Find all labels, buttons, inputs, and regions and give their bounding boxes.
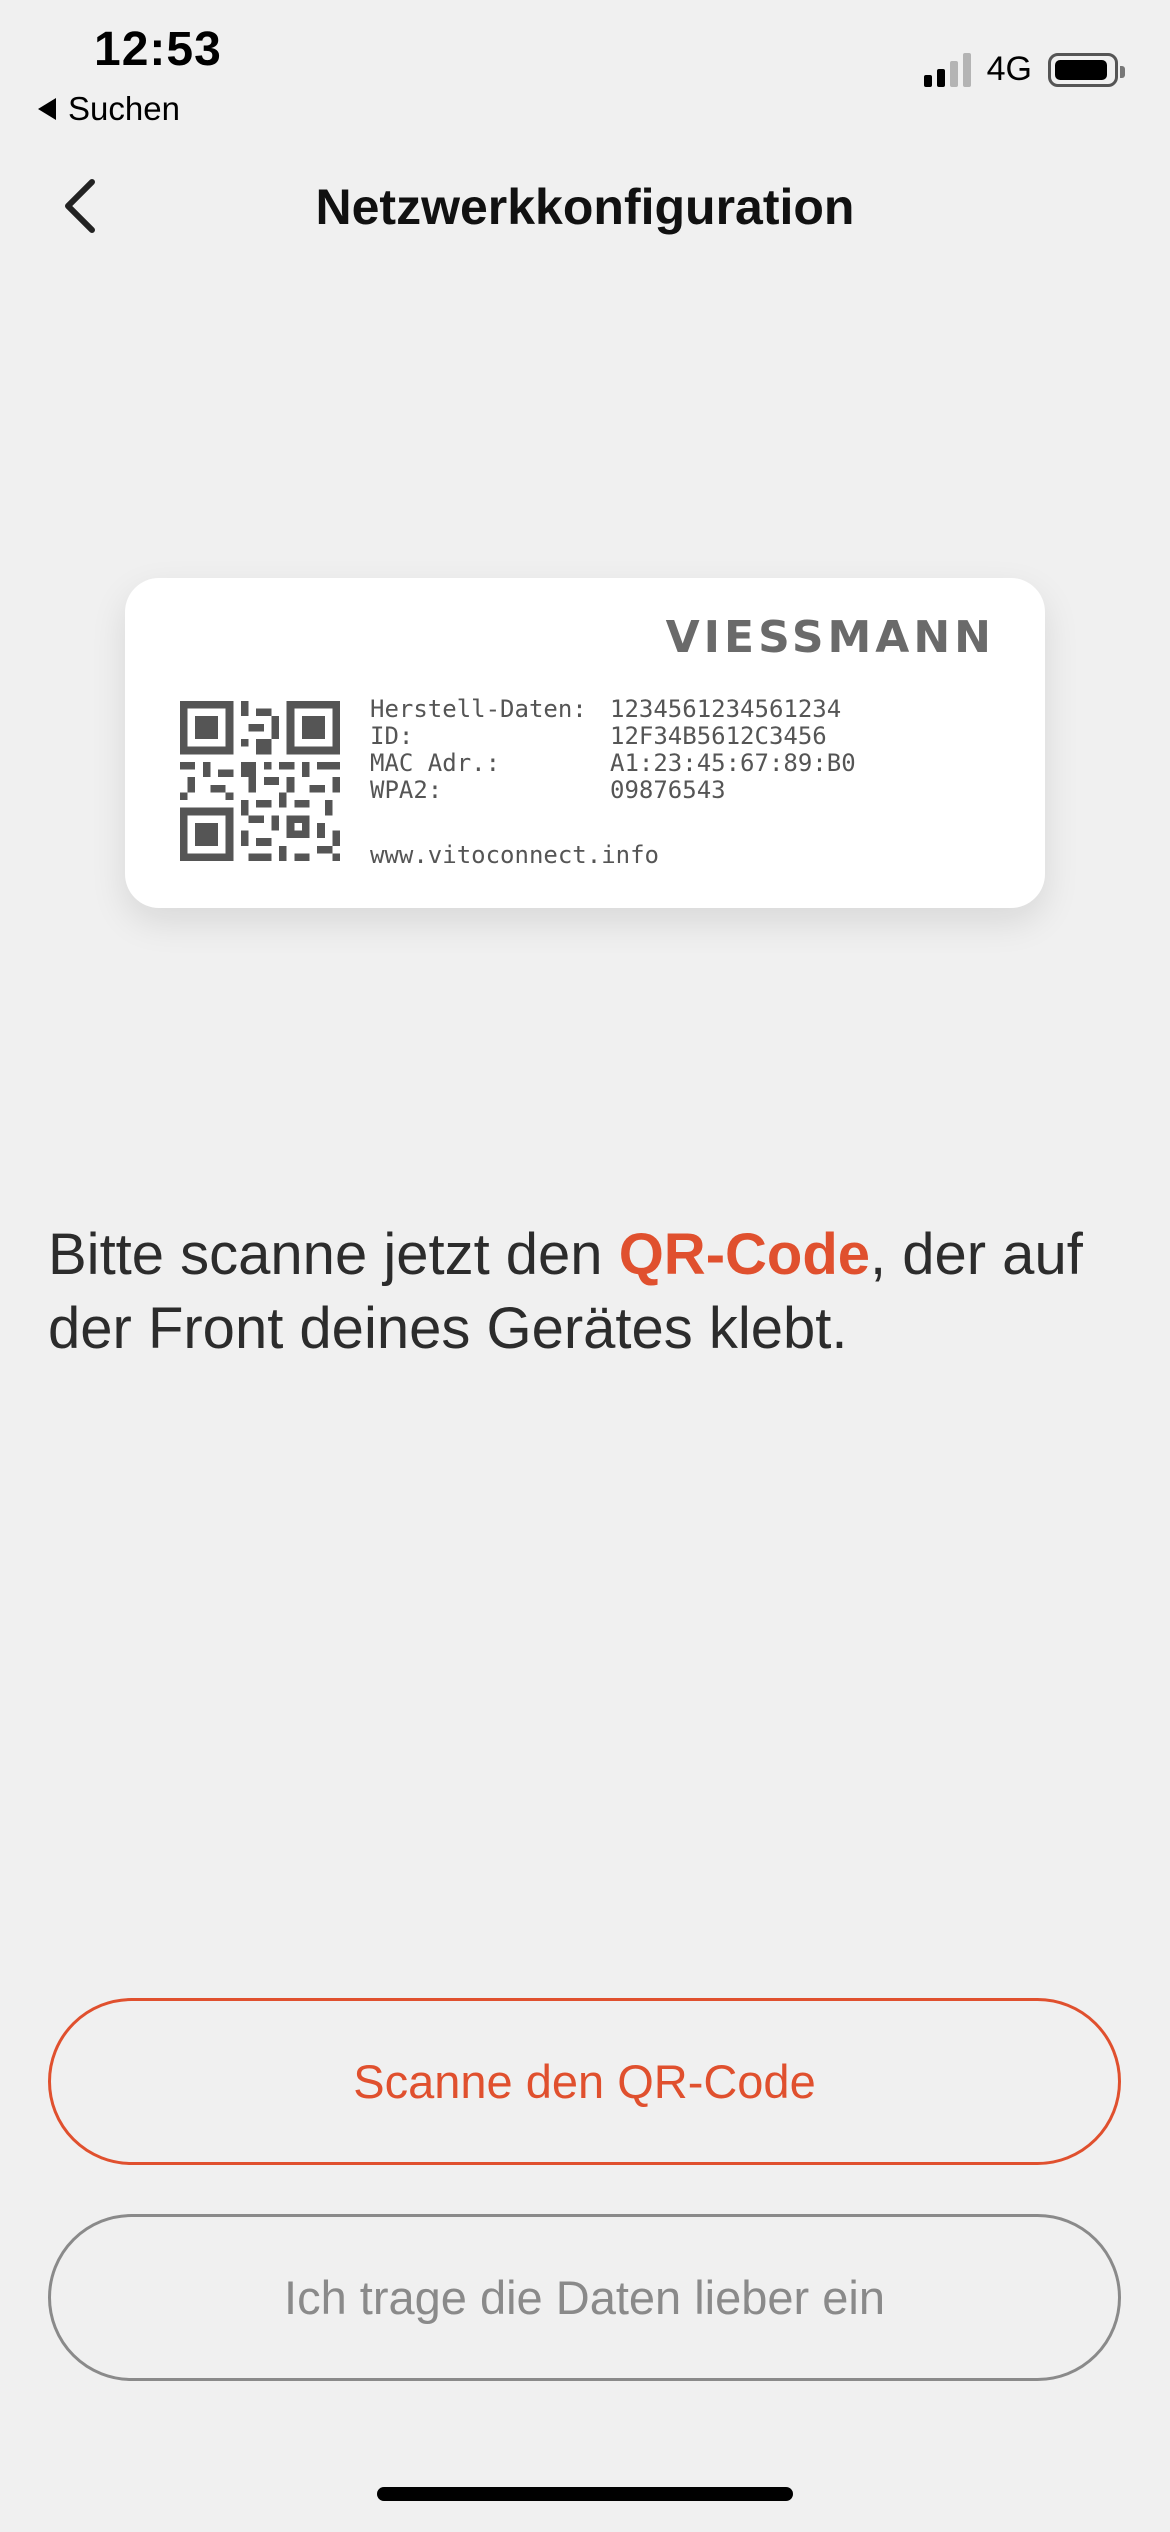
device-label-card: VIESSMANN Herstell-Daten: 12345612345612… — [125, 578, 1045, 908]
info-url: www.vitoconnect.info — [370, 841, 659, 869]
status-time: 12:53 — [94, 23, 222, 76]
home-indicator[interactable] — [377, 2487, 793, 2501]
instruction-text: Bitte scanne jetzt den QR-Code, der auf … — [48, 1218, 1138, 1366]
status-indicators: 4G — [923, 50, 1125, 89]
qr-code-icon — [180, 701, 340, 861]
brand-logo: VIESSMANN — [665, 612, 995, 663]
back-triangle-icon — [38, 98, 56, 120]
return-to-app-link[interactable]: Suchen — [38, 90, 180, 128]
network-type: 4G — [986, 50, 1032, 88]
info-row-id: ID: 12F34B5612C3456 — [370, 722, 827, 750]
battery-icon — [1048, 52, 1125, 87]
scan-qr-code-button[interactable]: Scanne den QR-Code — [48, 1998, 1121, 2165]
page-title: Netzwerkkonfiguration — [315, 179, 855, 235]
enter-data-manually-button[interactable]: Ich trage die Daten lieber ein — [48, 2214, 1121, 2381]
instruction-text-before: Bitte scanne jetzt den — [48, 1222, 619, 1287]
network-config-screen: 12:53 Suchen 4G Netzwerkkonfiguration VI… — [0, 0, 1170, 2532]
info-row-mac: MAC Adr.: A1:23:45:67:89:B0 — [370, 749, 856, 777]
return-to-app-label: Suchen — [68, 90, 180, 127]
cellular-signal-icon — [923, 52, 971, 87]
device-info: Herstell-Daten: 1234561234561234 ID: 12F… — [370, 696, 856, 869]
info-row-herstell-daten: Herstell-Daten: 1234561234561234 — [370, 695, 842, 723]
instruction-highlight: QR-Code — [618, 1222, 871, 1287]
info-row-wpa2: WPA2: 09876543 — [370, 776, 726, 804]
